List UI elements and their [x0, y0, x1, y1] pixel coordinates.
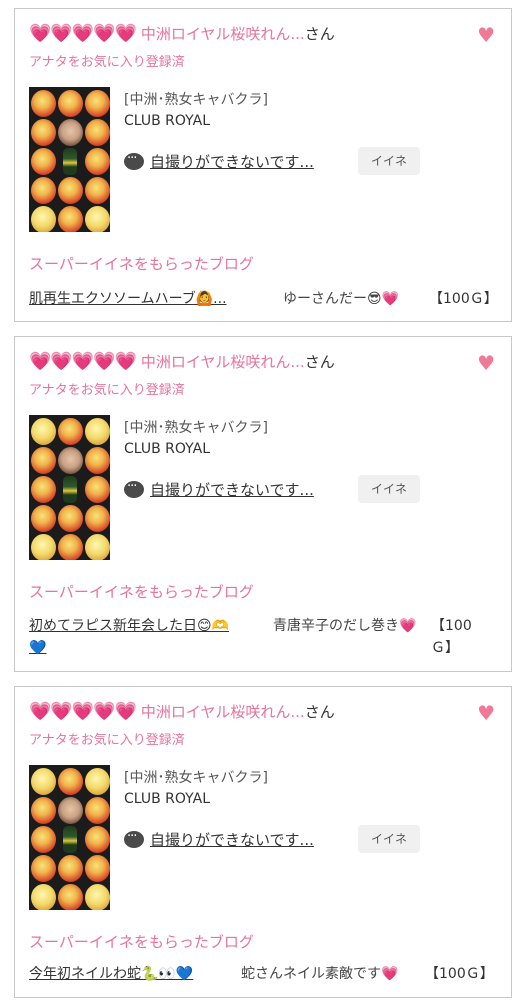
- favorite-status: アナタをお気に入り登録済: [29, 383, 185, 398]
- shop-category: [中洲･熟女キャバクラ]: [124, 92, 268, 108]
- comment-row[interactable]: 自撮りができないです...: [124, 479, 314, 500]
- shop-name: CLUB ROYAL: [124, 113, 211, 129]
- profile-thumbnail[interactable]: [29, 415, 110, 560]
- profile-card: 💗💗💗💗💗 中洲ロイヤル桜咲れん...さん ♥ アナタをお気に入り登録済 [中洲…: [14, 336, 512, 672]
- from-user: 青唐辛子のだし巻き💗: [273, 618, 417, 634]
- from-user: ゆーさんだー😎💗: [283, 291, 400, 307]
- card-header: 💗💗💗💗💗 中洲ロイヤル桜咲れん...さん: [29, 701, 335, 725]
- honorific: さん: [304, 25, 335, 43]
- favorite-heart-icon[interactable]: ♥: [477, 23, 495, 47]
- super-iine-label: スーパーイイネをもらったブログ: [29, 933, 254, 951]
- points-label: 【100Ｇ】: [425, 966, 494, 982]
- shop-category: [中洲･熟女キャバクラ]: [124, 770, 268, 786]
- shop-name: CLUB ROYAL: [124, 441, 211, 457]
- iine-button[interactable]: イイネ: [358, 147, 420, 175]
- honorific: さん: [304, 703, 335, 721]
- card-header: 💗💗💗💗💗 中洲ロイヤル桜咲れん...さん: [29, 23, 335, 47]
- profile-card: 💗💗💗💗💗 中洲ロイヤル桜咲れん...さん ♥ アナタをお気に入り登録済 [中洲…: [14, 686, 512, 998]
- profile-thumbnail[interactable]: [29, 87, 110, 232]
- speech-bubble-icon: [124, 151, 144, 170]
- from-user: 蛇さんネイル素敵です💗: [241, 966, 399, 982]
- favorite-status: アナタをお気に入り登録済: [29, 55, 185, 70]
- favorite-heart-icon[interactable]: ♥: [477, 351, 495, 375]
- blog-title-link[interactable]: 今年初ネイルわ蛇🐍👀💙: [29, 963, 193, 983]
- user-name-link[interactable]: 中洲ロイヤル桜咲れん...: [141, 25, 305, 43]
- iine-button[interactable]: イイネ: [358, 475, 420, 503]
- rank-hearts: 💗💗💗💗💗: [29, 351, 137, 372]
- comment-link[interactable]: 自撮りができないです...: [150, 481, 314, 499]
- points-label: 【100Ｇ】: [429, 291, 498, 307]
- speech-bubble-icon: [124, 829, 144, 848]
- comment-row[interactable]: 自撮りができないです...: [124, 829, 314, 850]
- speech-bubble-icon: [124, 479, 144, 498]
- shop-name: CLUB ROYAL: [124, 791, 211, 807]
- iine-button[interactable]: イイネ: [358, 825, 420, 853]
- blog-title-link[interactable]: 初めてラピス新年会した日😊🫶💙: [29, 615, 243, 659]
- rank-hearts: 💗💗💗💗💗: [29, 701, 137, 722]
- favorite-heart-icon[interactable]: ♥: [477, 701, 495, 725]
- comment-link[interactable]: 自撮りができないです...: [150, 831, 314, 849]
- card-header: 💗💗💗💗💗 中洲ロイヤル桜咲れん...さん: [29, 351, 335, 375]
- honorific: さん: [304, 353, 335, 371]
- profile-card: 💗💗💗💗💗 中洲ロイヤル桜咲れん...さん ♥ アナタをお気に入り登録済 [中洲…: [14, 8, 512, 322]
- blog-title-link[interactable]: 肌再生エクソソームハーブ🙆...: [29, 288, 227, 308]
- comment-row[interactable]: 自撮りができないです...: [124, 151, 314, 172]
- super-iine-label: スーパーイイネをもらったブログ: [29, 255, 254, 273]
- super-iine-label: スーパーイイネをもらったブログ: [29, 583, 254, 601]
- favorite-status: アナタをお気に入り登録済: [29, 733, 185, 748]
- points-label: 【100Ｇ】: [431, 618, 472, 656]
- shop-category: [中洲･熟女キャバクラ]: [124, 420, 268, 436]
- comment-link[interactable]: 自撮りができないです...: [150, 153, 314, 171]
- user-name-link[interactable]: 中洲ロイヤル桜咲れん...: [141, 703, 305, 721]
- profile-thumbnail[interactable]: [29, 765, 110, 910]
- rank-hearts: 💗💗💗💗💗: [29, 23, 137, 44]
- user-name-link[interactable]: 中洲ロイヤル桜咲れん...: [141, 353, 305, 371]
